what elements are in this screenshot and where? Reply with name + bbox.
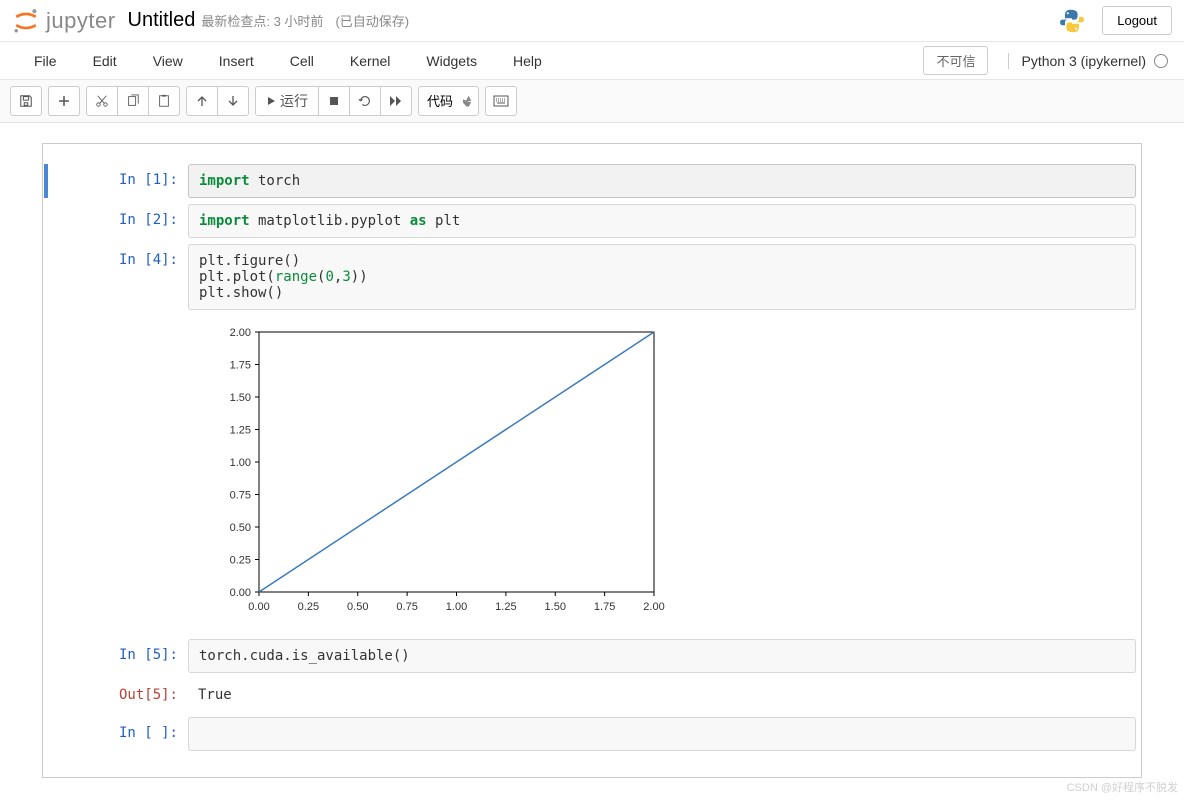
stop-icon xyxy=(329,96,339,106)
menubar: FileEditViewInsertCellKernelWidgetsHelp … xyxy=(0,42,1184,80)
svg-text:0.50: 0.50 xyxy=(230,522,251,534)
input-prompt: In [2]: xyxy=(48,204,188,238)
plot-output: 0.00 0.25 0.50 0.75 1.00 1.25 1.50 1.75 2.00 0.00… xyxy=(204,320,674,630)
menu-help[interactable]: Help xyxy=(495,45,560,77)
svg-text:0.75: 0.75 xyxy=(230,490,251,502)
header: jupyter Untitled 最新检查点: 3 小时前 (已自动保存) Lo… xyxy=(0,0,1184,42)
toolbar: 运行 代码 ▲▼ xyxy=(0,80,1184,123)
move-up-button[interactable] xyxy=(186,86,218,116)
output-prompt: Out[5]: xyxy=(48,679,188,711)
notebook-name[interactable]: Untitled xyxy=(128,9,196,32)
svg-text:1.25: 1.25 xyxy=(495,601,516,613)
code-cell[interactable]: In [2]:import matplotlib.pyplot as plt xyxy=(48,204,1136,238)
save-icon xyxy=(19,94,33,108)
plot-output-area: 0.00 0.25 0.50 0.75 1.00 1.25 1.50 1.75 2.00 0.00… xyxy=(188,316,674,633)
input-prompt: In [4]: xyxy=(48,244,188,310)
logo[interactable]: jupyter xyxy=(12,7,116,35)
logo-text: jupyter xyxy=(46,8,116,34)
menu-cell[interactable]: Cell xyxy=(272,45,332,77)
arrow-down-icon xyxy=(227,95,239,107)
svg-text:1.50: 1.50 xyxy=(545,601,566,613)
run-label: 运行 xyxy=(280,91,308,111)
menu-view[interactable]: View xyxy=(135,45,201,77)
cut-button[interactable] xyxy=(86,86,118,116)
paste-button[interactable] xyxy=(148,86,180,116)
output-cell: Out[5]:True xyxy=(48,679,1136,711)
cells-wrapper: In [1]:import torchIn [2]:import matplot… xyxy=(42,143,1142,778)
svg-text:0.75: 0.75 xyxy=(396,601,417,613)
svg-text:0.50: 0.50 xyxy=(347,601,368,613)
svg-text:1.75: 1.75 xyxy=(594,601,615,613)
menu-file[interactable]: File xyxy=(16,45,75,77)
keyboard-icon xyxy=(493,95,509,107)
output-text: True xyxy=(188,679,1136,711)
copy-icon xyxy=(126,94,140,108)
restart-run-all-button[interactable] xyxy=(380,86,412,116)
run-button[interactable]: 运行 xyxy=(255,86,319,116)
menu-edit[interactable]: Edit xyxy=(75,45,135,77)
code-cell[interactable]: In [1]:import torch xyxy=(44,164,1136,198)
code-input[interactable] xyxy=(188,717,1136,751)
notebook-container: In [1]:import torchIn [2]:import matplot… xyxy=(22,123,1162,798)
code-cell[interactable]: In [5]:torch.cuda.is_available() xyxy=(48,639,1136,673)
code-input[interactable]: plt.figure() plt.plot(range(0,3)) plt.sh… xyxy=(188,244,1136,310)
plus-icon xyxy=(58,95,70,107)
python-icon xyxy=(1058,7,1086,35)
insert-cell-button[interactable] xyxy=(48,86,80,116)
svg-text:1.00: 1.00 xyxy=(446,601,467,613)
svg-text:2.00: 2.00 xyxy=(643,601,664,613)
command-palette-button[interactable] xyxy=(485,86,517,116)
logout-button[interactable]: Logout xyxy=(1102,6,1172,35)
cell-type-select-wrapper: 代码 ▲▼ xyxy=(418,86,479,116)
autosave-status: (已自动保存) xyxy=(335,11,409,30)
svg-text:0.25: 0.25 xyxy=(230,555,251,567)
cut-copy-paste-group xyxy=(86,86,180,116)
output-cell: 0.00 0.25 0.50 0.75 1.00 1.25 1.50 1.75 2.00 0.00… xyxy=(48,316,1136,633)
menu-insert[interactable]: Insert xyxy=(201,45,272,77)
cell-type-select[interactable]: 代码 xyxy=(418,86,479,116)
move-down-button[interactable] xyxy=(217,86,249,116)
svg-text:1.00: 1.00 xyxy=(230,457,251,469)
menu-items: FileEditViewInsertCellKernelWidgetsHelp xyxy=(16,45,560,77)
checkpoint-status: 最新检查点: 3 小时前 xyxy=(201,11,323,30)
input-prompt: In [5]: xyxy=(48,639,188,673)
restart-icon xyxy=(358,94,372,108)
svg-text:1.75: 1.75 xyxy=(230,360,251,372)
svg-text:1.25: 1.25 xyxy=(230,425,251,437)
play-icon xyxy=(266,96,276,106)
copy-button[interactable] xyxy=(117,86,149,116)
code-input[interactable]: import matplotlib.pyplot as plt xyxy=(188,204,1136,238)
scissors-icon xyxy=(95,94,109,108)
input-prompt: In [ ]: xyxy=(48,717,188,751)
kernel-name[interactable]: Python 3 (ipykernel) xyxy=(1008,53,1146,69)
run-group: 运行 xyxy=(255,86,412,116)
watermark: CSDN @好程序不脱发 xyxy=(1067,779,1178,795)
restart-button[interactable] xyxy=(349,86,381,116)
code-cell[interactable]: In [ ]: xyxy=(48,717,1136,751)
code-input[interactable]: import torch xyxy=(188,164,1136,198)
svg-text:0.00: 0.00 xyxy=(230,587,251,599)
stop-button[interactable] xyxy=(318,86,350,116)
svg-text:0.00: 0.00 xyxy=(248,601,269,613)
svg-text:2.00: 2.00 xyxy=(230,327,251,339)
arrow-up-icon xyxy=(196,95,208,107)
trust-badge[interactable]: 不可信 xyxy=(923,46,988,75)
menu-kernel[interactable]: Kernel xyxy=(332,45,408,77)
input-prompt: In [1]: xyxy=(48,164,188,198)
save-button[interactable] xyxy=(10,86,42,116)
kernel-indicator-idle xyxy=(1154,54,1168,68)
move-cell-group xyxy=(186,86,249,116)
jupyter-icon xyxy=(12,7,40,35)
svg-text:0.25: 0.25 xyxy=(298,601,319,613)
code-cell[interactable]: In [4]:plt.figure() plt.plot(range(0,3))… xyxy=(48,244,1136,310)
fast-forward-icon xyxy=(389,95,403,107)
svg-text:1.50: 1.50 xyxy=(230,392,251,404)
menu-widgets[interactable]: Widgets xyxy=(408,45,495,77)
code-input[interactable]: torch.cuda.is_available() xyxy=(188,639,1136,673)
paste-icon xyxy=(157,94,171,108)
